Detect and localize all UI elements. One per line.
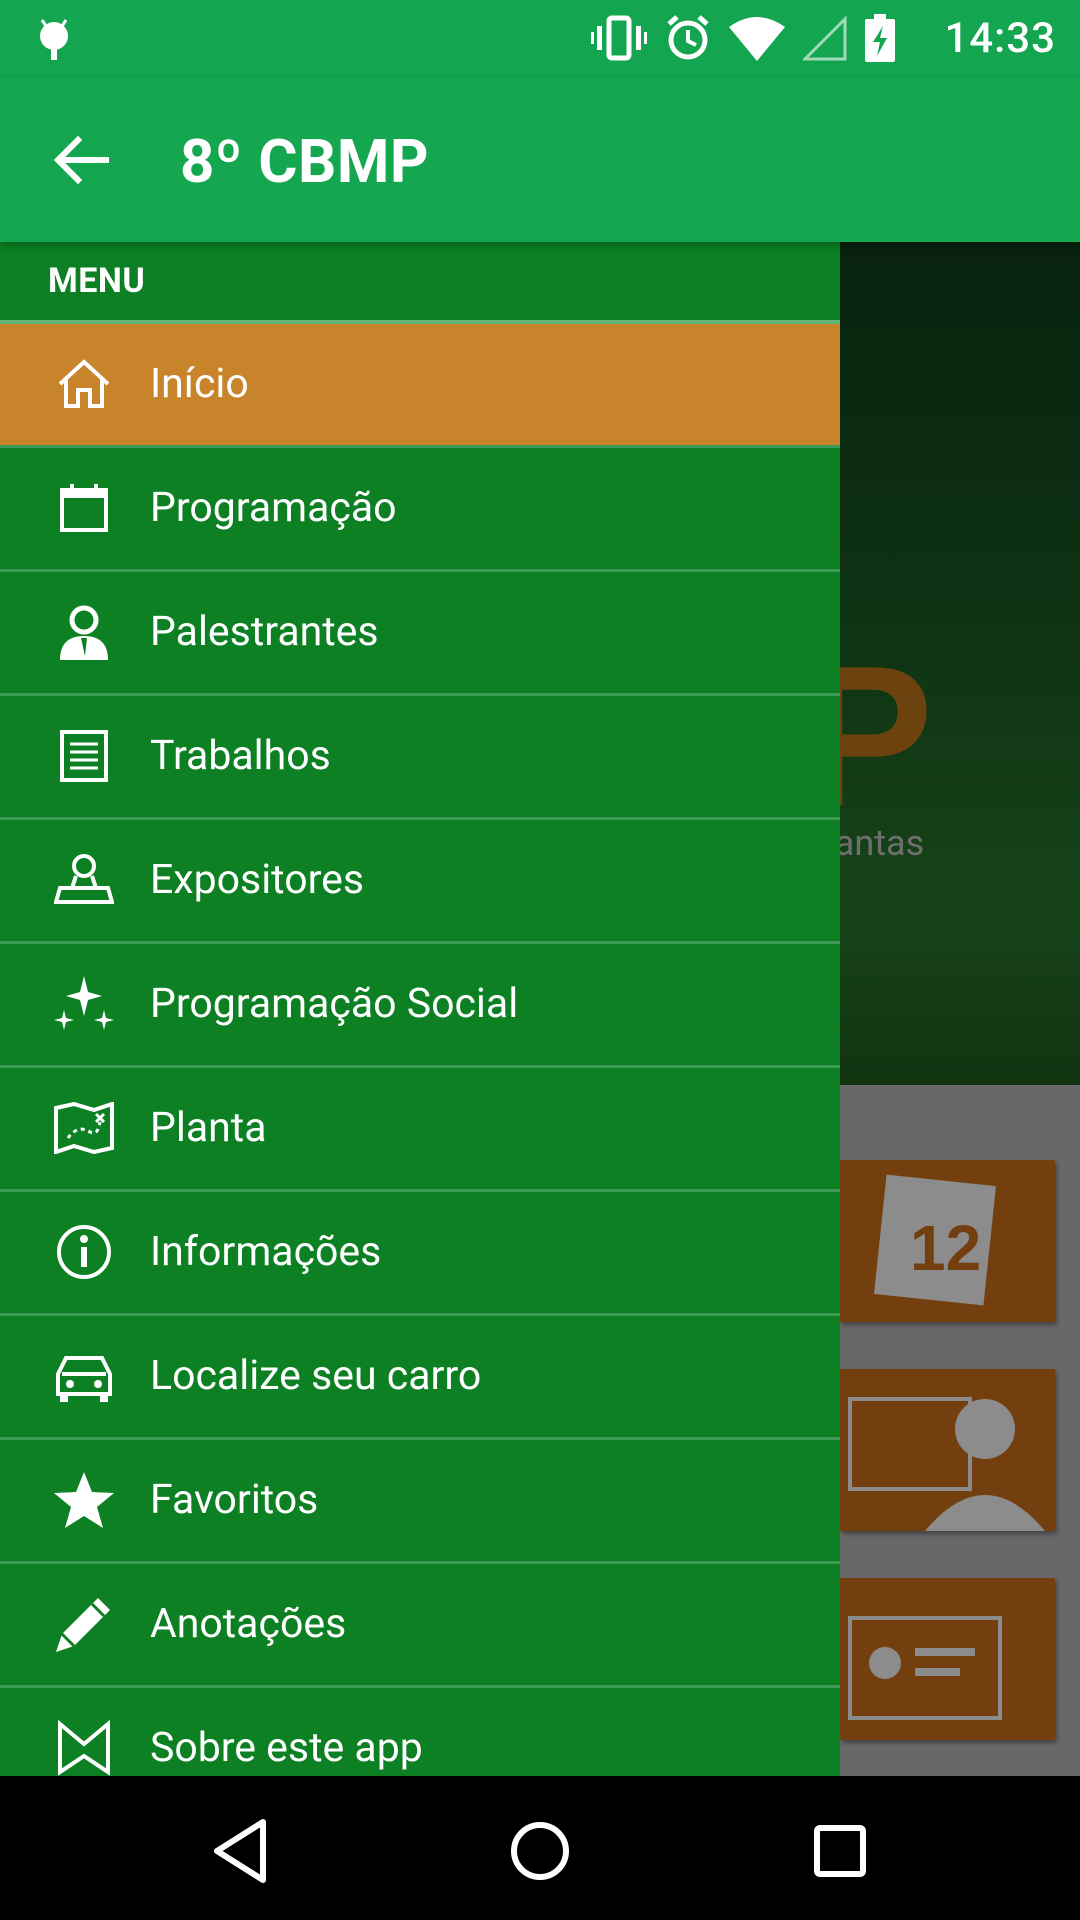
about-icon xyxy=(50,1720,118,1776)
nav-item-expositores[interactable]: Expositores xyxy=(0,820,840,944)
android-notification-icon xyxy=(34,14,74,66)
nav-item-planta[interactable]: Planta xyxy=(0,1068,840,1192)
app-bar: 8º CBMP xyxy=(0,78,1080,242)
speaker-icon xyxy=(50,604,118,660)
nav-item-programacao-social[interactable]: Programação Social xyxy=(0,944,840,1068)
nav-item-label: Palestrantes xyxy=(150,608,379,656)
star-icon xyxy=(50,1472,118,1528)
nav-item-inicio[interactable]: Início xyxy=(0,324,840,448)
recents-square-icon[interactable] xyxy=(805,1816,875,1886)
back-triangle-icon[interactable] xyxy=(205,1816,275,1886)
document-icon xyxy=(50,728,118,784)
nav-item-label: Planta xyxy=(150,1104,267,1152)
app-title: 8º CBMP xyxy=(180,126,430,197)
nav-item-favoritos[interactable]: Favoritos xyxy=(0,1440,840,1564)
nav-item-label: Favoritos xyxy=(150,1476,319,1524)
car-icon xyxy=(50,1348,118,1404)
nav-item-label: Programação xyxy=(150,484,397,532)
nav-item-sobre-app[interactable]: Sobre este app xyxy=(0,1688,840,1776)
battery-charging-icon xyxy=(865,14,895,66)
nav-item-label: Programação Social xyxy=(150,980,519,1028)
nav-item-informacoes[interactable]: Informações xyxy=(0,1192,840,1316)
status-clock: 14:33 xyxy=(944,14,1056,63)
nav-item-label: Anotações xyxy=(150,1600,347,1648)
status-bar: 14:33 xyxy=(0,0,1080,78)
map-icon xyxy=(50,1100,118,1156)
stamp-icon xyxy=(50,852,118,908)
nav-item-programacao[interactable]: Programação xyxy=(0,448,840,572)
nav-item-label: Início xyxy=(150,360,249,408)
home-circle-icon[interactable] xyxy=(505,1816,575,1886)
drawer-header: MENU xyxy=(0,242,840,324)
nav-item-label: Sobre este app xyxy=(150,1724,423,1772)
nav-item-label: Expositores xyxy=(150,856,364,904)
nav-item-label: Localize seu carro xyxy=(150,1352,482,1400)
nav-item-palestrantes[interactable]: Palestrantes xyxy=(0,572,840,696)
nav-item-label: Informações xyxy=(150,1228,382,1276)
home-icon xyxy=(50,356,118,412)
cell-signal-icon xyxy=(801,15,847,65)
nav-item-localize-carro[interactable]: Localize seu carro xyxy=(0,1316,840,1440)
nav-item-anotacoes[interactable]: Anotações xyxy=(0,1564,840,1688)
sparkle-icon xyxy=(50,976,118,1032)
wifi-icon xyxy=(729,15,785,65)
info-icon xyxy=(50,1224,118,1280)
nav-item-label: Trabalhos xyxy=(150,732,331,780)
pencil-icon xyxy=(50,1596,118,1652)
calendar-icon xyxy=(50,480,118,536)
navigation-drawer: MENU Início Programação Palestrantes Tra… xyxy=(0,242,840,1776)
back-arrow-icon[interactable] xyxy=(50,128,114,192)
nav-item-trabalhos[interactable]: Trabalhos xyxy=(0,696,840,820)
alarm-icon xyxy=(665,14,711,66)
vibrate-icon xyxy=(591,14,647,66)
system-navigation-bar xyxy=(0,1776,1080,1920)
